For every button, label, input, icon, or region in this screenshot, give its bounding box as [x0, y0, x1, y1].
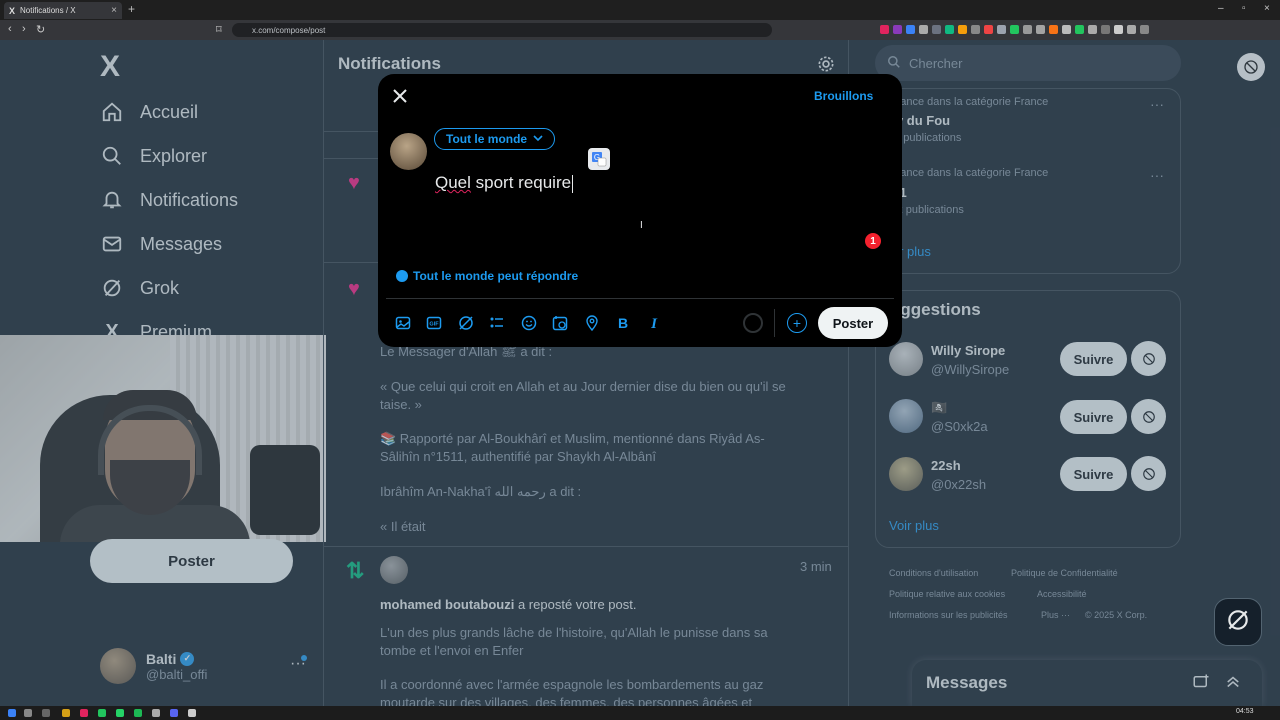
- reply-settings-label: Tout le monde peut répondre: [413, 269, 579, 283]
- mouse-cursor-icon: I: [640, 220, 643, 231]
- svg-text:GIF: GIF: [429, 322, 439, 328]
- text-caret: [572, 174, 574, 193]
- svg-text:B: B: [618, 315, 628, 331]
- browser-tab-bar: X Notifications / X × + – ▫ ×: [0, 0, 1280, 20]
- app-icon[interactable]: [98, 709, 106, 717]
- clock: 04:53: [1236, 708, 1254, 715]
- gif-icon[interactable]: GIF: [425, 314, 443, 332]
- os-taskbar: 04:53: [0, 706, 1280, 720]
- grok-button[interactable]: [1214, 598, 1262, 646]
- translate-icon[interactable]: G: [588, 148, 610, 170]
- location-icon[interactable]: [583, 314, 601, 332]
- bookmark-icon[interactable]: ⌑: [216, 23, 222, 36]
- submit-post-button[interactable]: Poster: [818, 307, 888, 339]
- audience-selector[interactable]: Tout le monde: [434, 128, 556, 150]
- minimize-icon[interactable]: –: [1218, 3, 1224, 14]
- notification-badge: 1: [865, 233, 881, 249]
- folder-icon[interactable]: [62, 709, 70, 717]
- new-tab-button[interactable]: +: [128, 2, 135, 16]
- start-icon[interactable]: [8, 709, 16, 717]
- reply-settings-button[interactable]: Tout le monde peut répondre: [396, 269, 578, 283]
- grok-icon: [1225, 607, 1251, 638]
- compose-text: sport require: [470, 173, 572, 192]
- forward-icon[interactable]: ›: [22, 23, 26, 35]
- emoji-icon[interactable]: [520, 314, 538, 332]
- close-window-icon[interactable]: ×: [1264, 3, 1270, 14]
- compose-modal: [378, 74, 902, 347]
- add-post-button[interactable]: +: [787, 313, 807, 333]
- task-view-icon[interactable]: [42, 709, 50, 717]
- compose-textarea[interactable]: Quel sport require: [435, 173, 574, 193]
- svg-text:I: I: [650, 316, 658, 331]
- url-text: x.com/compose/post: [252, 25, 326, 35]
- url-input[interactable]: x.com/compose/post: [232, 23, 772, 37]
- avatar: [390, 133, 427, 170]
- tab-title: Notifications / X: [20, 6, 76, 15]
- divider: [774, 309, 775, 337]
- back-icon[interactable]: ‹: [8, 23, 12, 35]
- address-bar-row: ‹ › ↻ ⌑ x.com/compose/post: [0, 20, 1280, 40]
- character-count-ring: [743, 313, 763, 333]
- maximize-icon[interactable]: ▫: [1242, 3, 1246, 14]
- discord-icon[interactable]: [170, 709, 178, 717]
- extension-icons: [880, 25, 1149, 34]
- schedule-icon[interactable]: [551, 314, 569, 332]
- close-icon[interactable]: [392, 88, 408, 104]
- spotify-icon[interactable]: [134, 709, 142, 717]
- app-icon[interactable]: [152, 709, 160, 717]
- italic-icon[interactable]: I: [645, 314, 663, 332]
- search-icon[interactable]: [24, 709, 32, 717]
- chevron-down-icon: [533, 132, 543, 146]
- bold-icon[interactable]: B: [614, 314, 632, 332]
- poll-icon[interactable]: [488, 314, 506, 332]
- media-icon[interactable]: [394, 314, 412, 332]
- audience-label: Tout le monde: [446, 132, 528, 146]
- grok-icon[interactable]: [457, 314, 475, 332]
- globe-icon: [396, 270, 408, 282]
- whatsapp-icon[interactable]: [116, 709, 124, 717]
- app-icon[interactable]: [188, 709, 196, 717]
- x-favicon-icon: X: [9, 5, 16, 16]
- drafts-button[interactable]: Brouillons: [814, 89, 873, 103]
- browser-tab[interactable]: X Notifications / X ×: [4, 2, 122, 19]
- misspelled-word: Quel: [435, 173, 471, 192]
- reload-icon[interactable]: ↻: [36, 23, 45, 36]
- divider: [386, 298, 894, 299]
- browser-icon[interactable]: [80, 709, 88, 717]
- tab-close-icon[interactable]: ×: [111, 5, 117, 16]
